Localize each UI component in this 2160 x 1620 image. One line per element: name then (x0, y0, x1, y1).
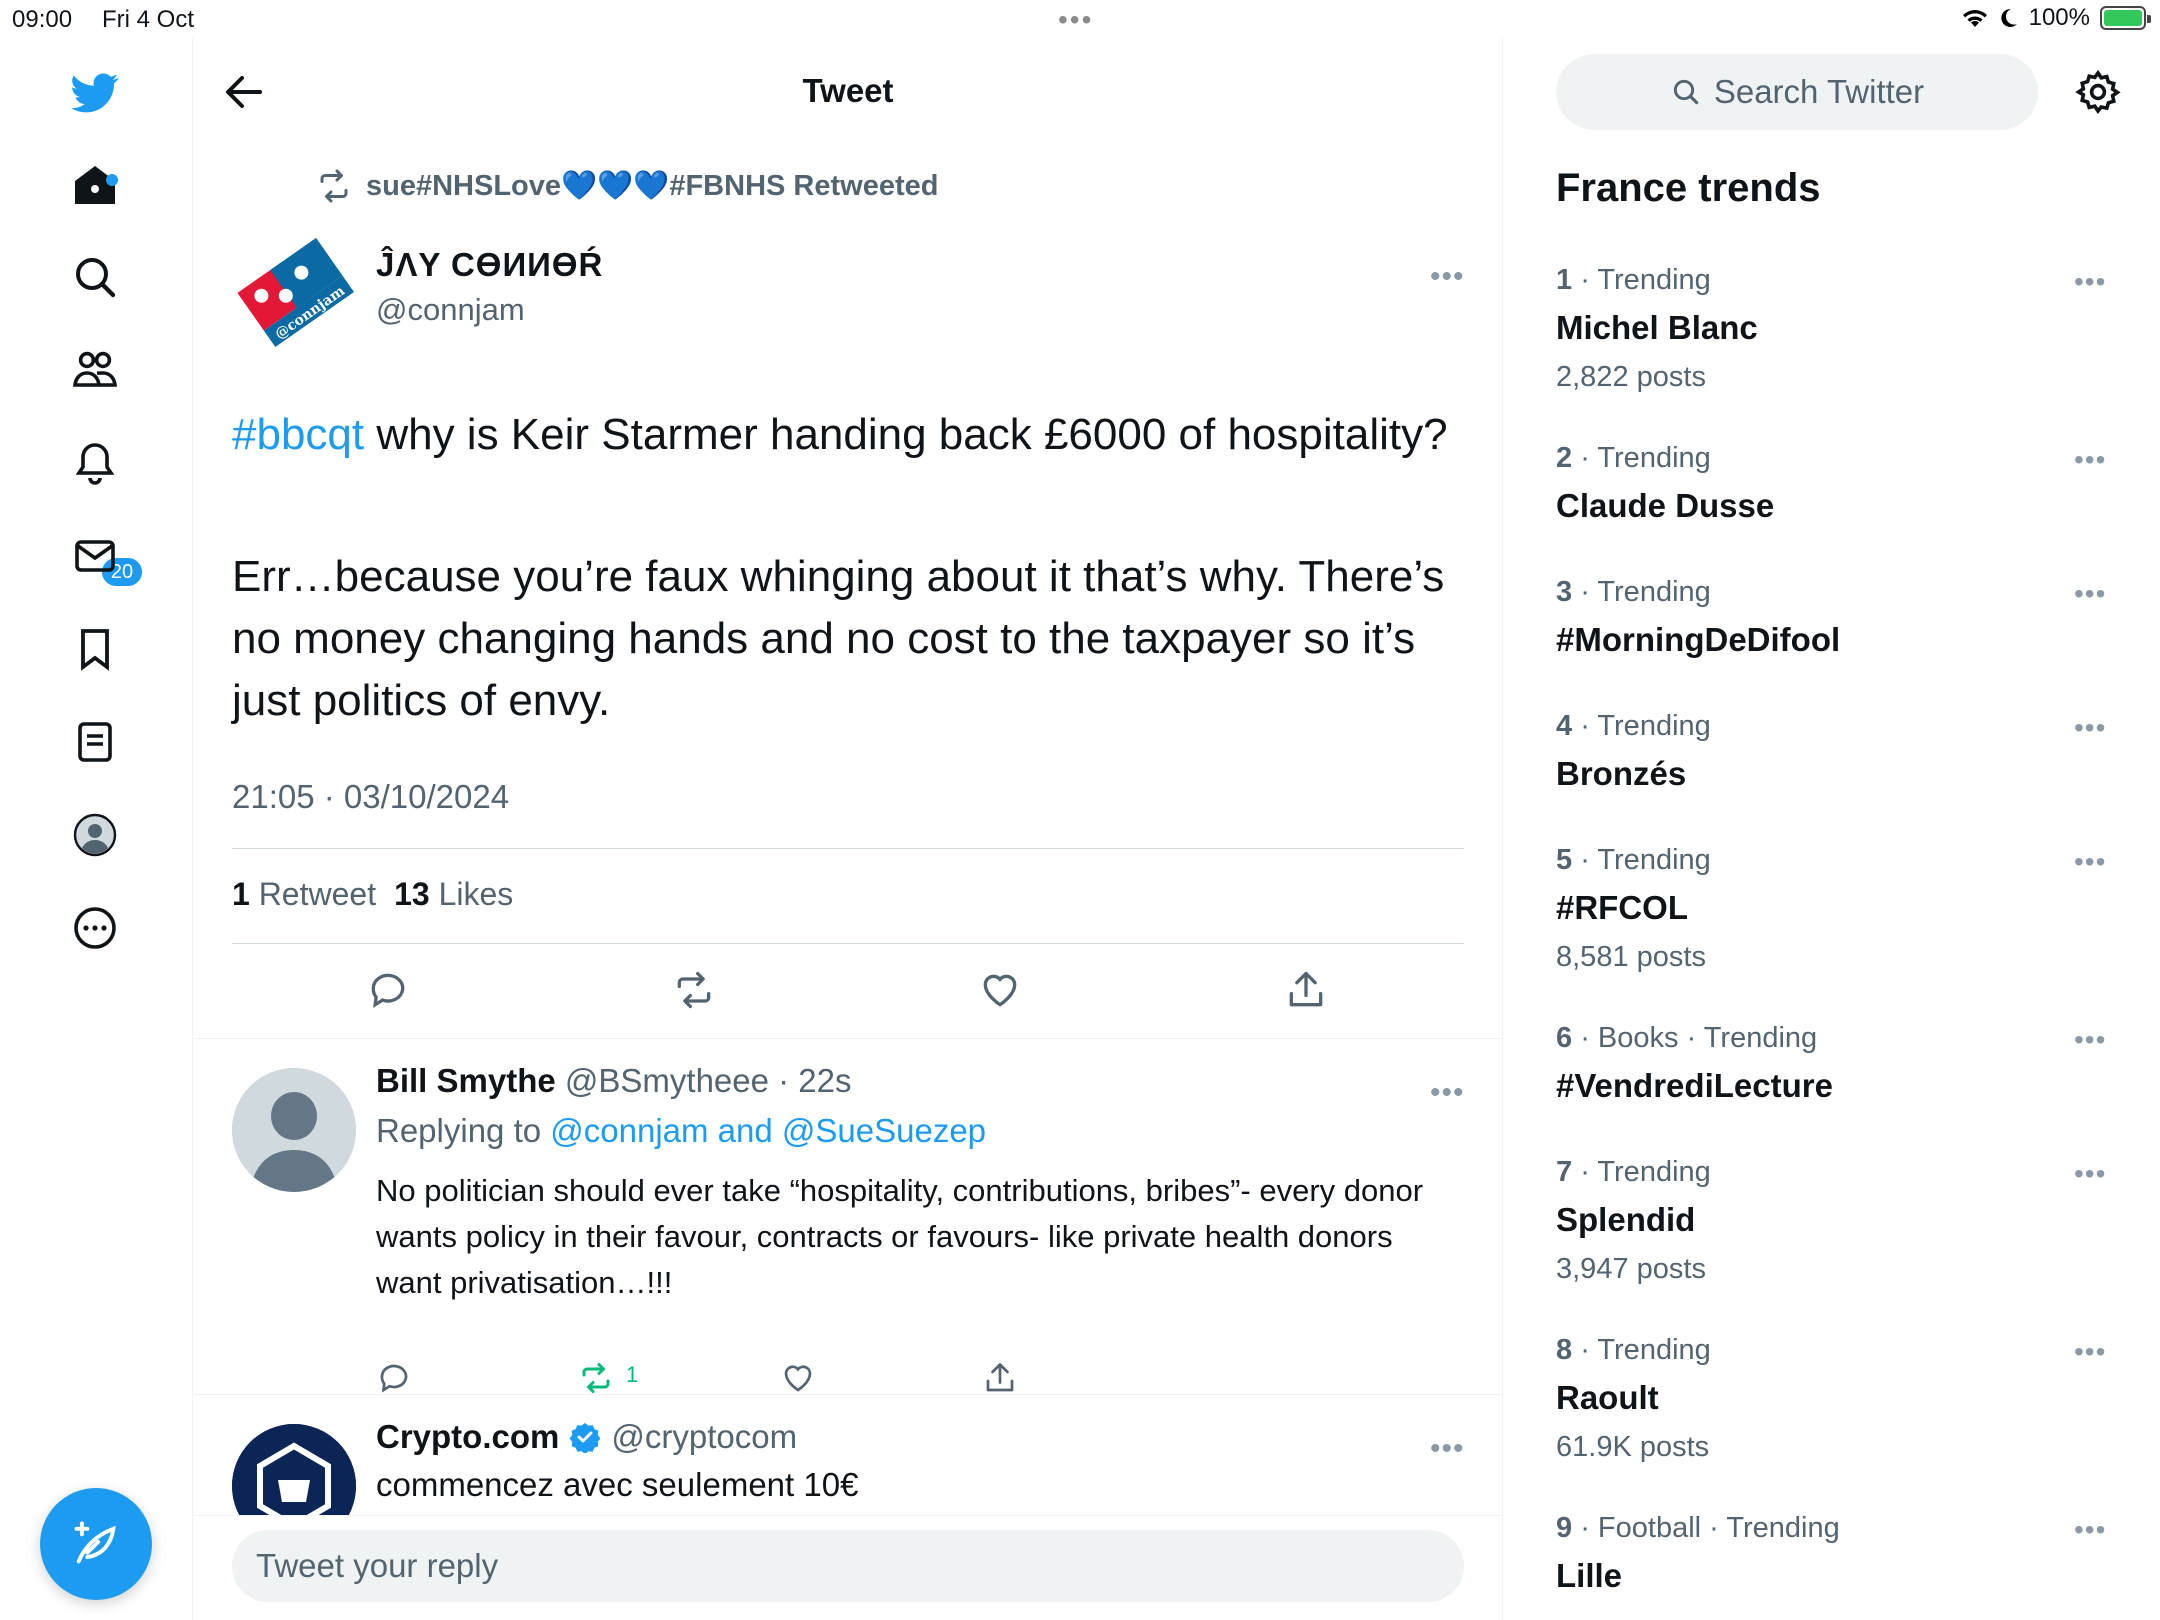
hashtag-link[interactable]: #bbcqt (232, 410, 364, 459)
promoted-author-name[interactable]: Crypto.com (376, 1418, 559, 1456)
reply-like-icon[interactable] (780, 1360, 816, 1396)
trend-more-icon[interactable]: ••• (2074, 1024, 2106, 1056)
notifications-icon[interactable] (68, 436, 122, 490)
trend-item[interactable]: 3 · Trending #MorningDeDifool (1556, 576, 2116, 659)
trend-more-icon[interactable]: ••• (2074, 712, 2106, 744)
tweet-detail-column: Tweet sue#NHSLove💙💙💙#FBNHS Retweeted @co… (194, 38, 1503, 1620)
promoted-header: Crypto.com @cryptocom (376, 1418, 797, 1456)
reply-header: Bill Smythe @BSmytheee · 22s (376, 1062, 852, 1100)
trend-item[interactable]: 6 · Books · Trending #VendrediLecture (1556, 1022, 2116, 1105)
compose-tweet-button[interactable] (40, 1488, 152, 1600)
promoted-text: commencez avec seulement 10€ (376, 1466, 859, 1503)
battery-icon (2100, 6, 2151, 30)
trend-more-icon[interactable]: ••• (2074, 266, 2106, 298)
like-heart-icon[interactable] (978, 968, 1022, 1012)
status-time: 09:00 (12, 6, 73, 33)
trend-more-icon[interactable]: ••• (2074, 578, 2106, 610)
compose-feather-icon (74, 1521, 116, 1564)
reply-retweet-icon[interactable] (578, 1360, 614, 1396)
moon-icon (2000, 8, 2017, 27)
promoted-author-handle[interactable]: @cryptocom (611, 1418, 797, 1456)
tweet-text-line1: #bbcqt why is Keir Starmer handing back … (232, 404, 1452, 466)
divider (232, 848, 1464, 849)
tweet-text-body: why is Keir Starmer handing back £6000 o… (364, 410, 1448, 459)
status-date: Fri 4 Oct (102, 6, 195, 33)
divider (194, 1038, 1502, 1039)
tweet-text-paragraph-2: Err…because you’re faux whinging about i… (232, 552, 1445, 725)
trend-item[interactable]: 2 · Trending Claude Dusse (1556, 442, 2116, 525)
trend-item[interactable]: 1 · Trending Michel Blanc 2,822 posts (1556, 264, 2116, 394)
reply-author-handle[interactable]: @BSmytheee (565, 1062, 769, 1099)
search-placeholder: Search Twitter (1713, 73, 1925, 110)
tweet-actions (194, 968, 1502, 1028)
communities-icon[interactable] (68, 343, 122, 397)
trends-title: France trends (1556, 166, 1821, 210)
trend-item[interactable]: 9 · Football · Trending Lille (1556, 1512, 2116, 1595)
retweet-icon[interactable] (672, 968, 716, 1012)
reply-author-avatar[interactable] (232, 1068, 356, 1192)
retweeted-by-label: sue#NHSLove💙💙💙#FBNHS Retweeted (366, 170, 939, 202)
reply-composer (194, 1515, 1502, 1620)
messages-icon[interactable] (68, 529, 122, 583)
reply-icon[interactable] (366, 968, 410, 1012)
retweet-icon (320, 169, 348, 203)
share-icon[interactable] (1284, 968, 1328, 1012)
multitasking-dots-icon[interactable]: ••• (1058, 4, 1093, 36)
trend-more-icon[interactable]: ••• (2074, 1158, 2106, 1190)
likes-stat[interactable]: 13 Likes (394, 876, 513, 913)
right-sidebar: Search Twitter France trends 1 · Trendin… (1504, 38, 2160, 1620)
author-avatar[interactable]: @connjam (232, 228, 356, 352)
reply-age: · 22s (768, 1062, 852, 1099)
lists-icon[interactable] (68, 715, 122, 769)
trend-more-icon[interactable]: ••• (2074, 1514, 2106, 1546)
search-icon[interactable] (68, 250, 122, 304)
replying-to-links[interactable]: @connjam and @SueSuezep (550, 1112, 986, 1149)
trend-item[interactable]: 8 · Trending Raoult 61.9K posts (1556, 1334, 2116, 1464)
verified-badge-icon (569, 1423, 601, 1453)
promoted-more-icon[interactable]: ••• (1430, 1432, 1465, 1466)
tweet-stats: 1 Retweet 13 Likes (232, 876, 513, 913)
trend-item[interactable]: 4 · Trending Bronzés (1556, 710, 2116, 793)
author-name[interactable]: ĴΛY ϹϴИИϴŔ (376, 246, 603, 284)
reply-more-icon[interactable]: ••• (1430, 1076, 1465, 1110)
tweet-header: Tweet (194, 38, 1502, 144)
reply-share-icon[interactable] (982, 1360, 1018, 1396)
battery-percent: 100% (2028, 4, 2090, 31)
divider (232, 943, 1464, 944)
trend-item[interactable]: 7 · Trending Splendid 3,947 posts (1556, 1156, 2116, 1286)
divider (194, 1394, 1502, 1395)
reply-input[interactable] (232, 1530, 1464, 1602)
retweeted-by-line[interactable]: sue#NHSLove💙💙💙#FBNHS Retweeted (316, 168, 938, 204)
tweet-timestamp: 21:05 · 03/10/2024 (232, 778, 510, 815)
wifi-icon (1962, 10, 1987, 27)
reply-author-name[interactable]: Bill Smythe (376, 1062, 556, 1099)
status-indicators: 100% (1961, 4, 2151, 32)
reply-reply-icon[interactable] (376, 1360, 412, 1396)
status-bar: 09:00 Fri 4 Oct ••• 100% (0, 0, 2160, 38)
trend-more-icon[interactable]: ••• (2074, 1336, 2106, 1368)
search-icon (1673, 79, 1699, 105)
trend-item[interactable]: 5 · Trending #RFCOL 8,581 posts (1556, 844, 2116, 974)
reply-retweet-count: 1 (626, 1362, 639, 1387)
reply-text: No politician should ever take “hospital… (376, 1173, 1424, 1300)
retweets-stat[interactable]: 1 Retweet (232, 876, 376, 913)
replying-to-line: Replying to @connjam and @SueSuezep (376, 1112, 987, 1149)
twitter-logo-icon[interactable] (68, 66, 122, 120)
tweet-more-icon[interactable]: ••• (1430, 260, 1465, 294)
settings-gear-icon[interactable] (2074, 68, 2122, 116)
bookmarks-icon[interactable] (68, 622, 122, 676)
home-unread-dot (106, 174, 118, 186)
page-title: Tweet (802, 72, 894, 109)
trend-more-icon[interactable]: ••• (2074, 444, 2106, 476)
reply-actions: 1 (194, 1360, 1502, 1406)
left-navigation: 20 (0, 38, 193, 1620)
search-twitter-input[interactable]: Search Twitter (1556, 54, 2038, 130)
more-options-icon[interactable] (68, 901, 122, 955)
profile-icon[interactable] (68, 808, 122, 862)
trend-more-icon[interactable]: ••• (2074, 846, 2106, 878)
author-handle[interactable]: @connjam (376, 292, 525, 328)
